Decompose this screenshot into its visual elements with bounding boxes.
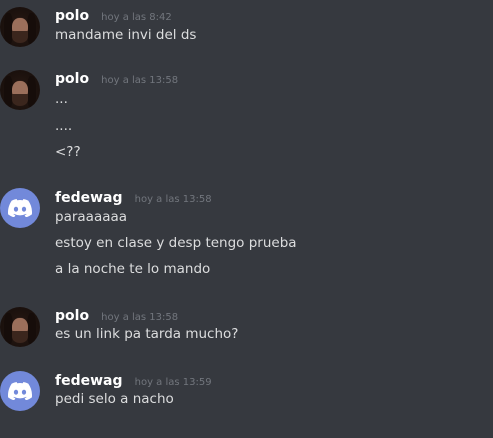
avatar[interactable] [0, 70, 40, 110]
message-text: .... [55, 118, 73, 134]
discord-logo-icon [8, 199, 32, 217]
message-text: mandame invi del ds [55, 27, 197, 43]
message-text: a la noche te lo mando [55, 261, 211, 277]
discord-logo-icon [8, 382, 32, 400]
username[interactable]: fedewag [55, 190, 123, 206]
avatar[interactable] [0, 371, 40, 411]
message-group: fedewag hoy a las 13:59 pedi selo a nach… [0, 369, 493, 415]
chat-messages: polo hoy a las 8:42 mandame invi del ds … [0, 0, 493, 438]
message-header: polo hoy a las 8:42 [55, 5, 172, 24]
message-group: polo hoy a las 8:42 mandame invi del ds [0, 4, 493, 48]
timestamp: hoy a las 13:59 [134, 377, 212, 388]
message-text: ... [55, 91, 68, 107]
username[interactable]: polo [55, 71, 89, 87]
message-header: fedewag hoy a las 13:59 [55, 370, 212, 389]
avatar[interactable] [0, 7, 40, 47]
username[interactable]: polo [55, 8, 89, 24]
message-header: polo hoy a las 13:58 [55, 305, 178, 324]
message-group: polo hoy a las 13:58 ... .... <?? [0, 67, 493, 167]
timestamp: hoy a las 13:58 [101, 312, 179, 323]
message-header: fedewag hoy a las 13:58 [55, 187, 212, 206]
username[interactable]: fedewag [55, 373, 123, 389]
message-text: pedi selo a nacho [55, 391, 174, 407]
message-text: paraaaaaa [55, 209, 128, 225]
username[interactable]: polo [55, 308, 89, 324]
timestamp: hoy a las 13:58 [101, 75, 179, 86]
message-group: fedewag hoy a las 13:58 paraaaaaa estoy … [0, 186, 493, 286]
timestamp: hoy a las 13:58 [134, 194, 212, 205]
message-group: polo hoy a las 13:58 es un link pa tarda… [0, 304, 493, 350]
message-text: es un link pa tarda mucho? [55, 326, 239, 342]
message-text: estoy en clase y desp tengo prueba [55, 235, 297, 251]
message-header: polo hoy a las 13:58 [55, 68, 178, 87]
timestamp: hoy a las 8:42 [101, 12, 172, 23]
message-text: <?? [55, 144, 81, 160]
avatar[interactable] [0, 307, 40, 347]
avatar[interactable] [0, 188, 40, 228]
